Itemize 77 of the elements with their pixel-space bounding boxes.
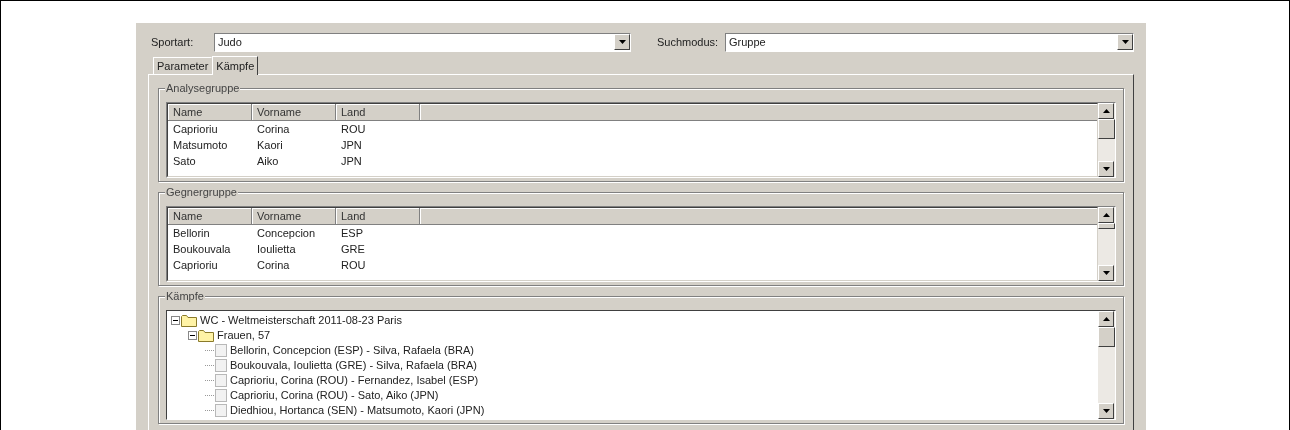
- group-title: Analysegruppe: [165, 81, 241, 95]
- folder-icon: [198, 329, 214, 342]
- tree-item[interactable]: Caprioriu, Corina (ROU) - Fernandez, Isabel (ESP): [230, 373, 479, 388]
- table-cell-text: ROU: [340, 258, 367, 273]
- table-cell-text: Aiko: [256, 154, 280, 169]
- folder-icon: [181, 314, 197, 327]
- field-label: Sportart:: [150, 34, 195, 50]
- column-header[interactable]: Vorname: [252, 208, 336, 225]
- field-label: Suchmodus:: [656, 34, 720, 50]
- dropdown[interactable]: Judo: [214, 32, 631, 52]
- scrollbar-thumb[interactable]: [1098, 223, 1115, 229]
- document-icon: [215, 404, 227, 417]
- table-cell-text: Corina: [256, 258, 291, 273]
- table-cell-text: Boukouvala: [172, 242, 232, 257]
- column-header[interactable]: Name: [168, 208, 252, 225]
- up-arrow-icon: [1102, 317, 1110, 321]
- scroll-up-button[interactable]: [1098, 311, 1114, 327]
- table-cell-text: Sato: [172, 154, 197, 169]
- column-header[interactable]: Land: [336, 208, 420, 225]
- tree-item[interactable]: Caprioriu, Corina (ROU) - Sato, Aiko (JPN): [230, 388, 439, 403]
- minus-icon: [190, 333, 195, 338]
- dropdown[interactable]: Gruppe: [725, 32, 1134, 52]
- table-cell-text: Corina: [256, 122, 291, 137]
- table-cell-text: Caprioriu: [172, 122, 219, 137]
- document-icon: [215, 389, 227, 402]
- up-arrow-icon: [1102, 213, 1110, 217]
- tree-item[interactable]: Bellorin, Concepcion (ESP) - Silva, Rafaela (BRA): [230, 343, 474, 358]
- table-cell-text: ESP: [340, 226, 364, 241]
- table-cell-text: JPN: [340, 138, 363, 153]
- document-icon: [215, 344, 227, 357]
- table-cell-text: GRE: [340, 242, 366, 257]
- group-title: Kämpfe: [165, 289, 205, 303]
- down-arrow-icon: [1121, 40, 1129, 44]
- group-title: Gegnergruppe: [165, 185, 238, 199]
- tree-line: [205, 350, 215, 351]
- scroll-down-button[interactable]: [1098, 403, 1114, 419]
- tree-line: [205, 380, 215, 381]
- scroll-down-button[interactable]: [1098, 161, 1114, 177]
- table-cell-text: Concepcion: [256, 226, 317, 241]
- document-icon: [215, 359, 227, 372]
- collapse-toggle[interactable]: [188, 331, 197, 340]
- scroll-up-button[interactable]: [1098, 103, 1114, 119]
- minus-icon: [173, 318, 178, 323]
- scroll-up-button[interactable]: [1098, 207, 1114, 223]
- scrollbar[interactable]: [1098, 103, 1115, 177]
- scrollbar-thumb[interactable]: [1098, 327, 1115, 347]
- table-cell-text: ROU: [340, 122, 367, 137]
- down-arrow-icon: [618, 40, 626, 44]
- document-icon: [215, 374, 227, 387]
- dropdown-button[interactable]: [614, 34, 630, 50]
- dropdown-button[interactable]: [1117, 34, 1133, 50]
- scrollbar[interactable]: [1098, 311, 1115, 419]
- scroll-down-button[interactable]: [1098, 265, 1114, 281]
- tree-item[interactable]: Boukouvala, Ioulietta (GRE) - Silva, Rafaela (BRA): [230, 358, 477, 373]
- down-arrow-icon: [1102, 409, 1110, 413]
- tab[interactable]: Kämpfe: [212, 56, 259, 75]
- tree-item[interactable]: WC - Weltmeisterschaft 2011-08-23 Paris: [200, 313, 402, 328]
- scrollbar-thumb[interactable]: [1098, 119, 1115, 139]
- table-cell-text: Ioulietta: [256, 242, 297, 257]
- tree-line: [205, 410, 215, 411]
- tree-item[interactable]: Diedhiou, Hortanca (SEN) - Matsumoto, Kaori (JPN): [230, 403, 485, 418]
- column-header[interactable]: Name: [168, 104, 252, 121]
- scrollbar[interactable]: [1098, 207, 1115, 281]
- up-arrow-icon: [1102, 109, 1110, 113]
- table-cell-text: Matsumoto: [172, 138, 229, 153]
- collapse-toggle[interactable]: [171, 316, 180, 325]
- table-cell-text: Caprioriu: [172, 258, 219, 273]
- down-arrow-icon: [1102, 167, 1110, 171]
- tree-item[interactable]: Frauen, 57: [217, 328, 271, 343]
- tree-line: [205, 365, 215, 366]
- table-cell-text: Kaori: [256, 138, 284, 153]
- table-cell-text: Bellorin: [172, 226, 211, 241]
- tree-line: [205, 395, 215, 396]
- table-cell-text: JPN: [340, 154, 363, 169]
- down-arrow-icon: [1102, 271, 1110, 275]
- column-header[interactable]: Land: [336, 104, 420, 121]
- column-header[interactable]: Vorname: [252, 104, 336, 121]
